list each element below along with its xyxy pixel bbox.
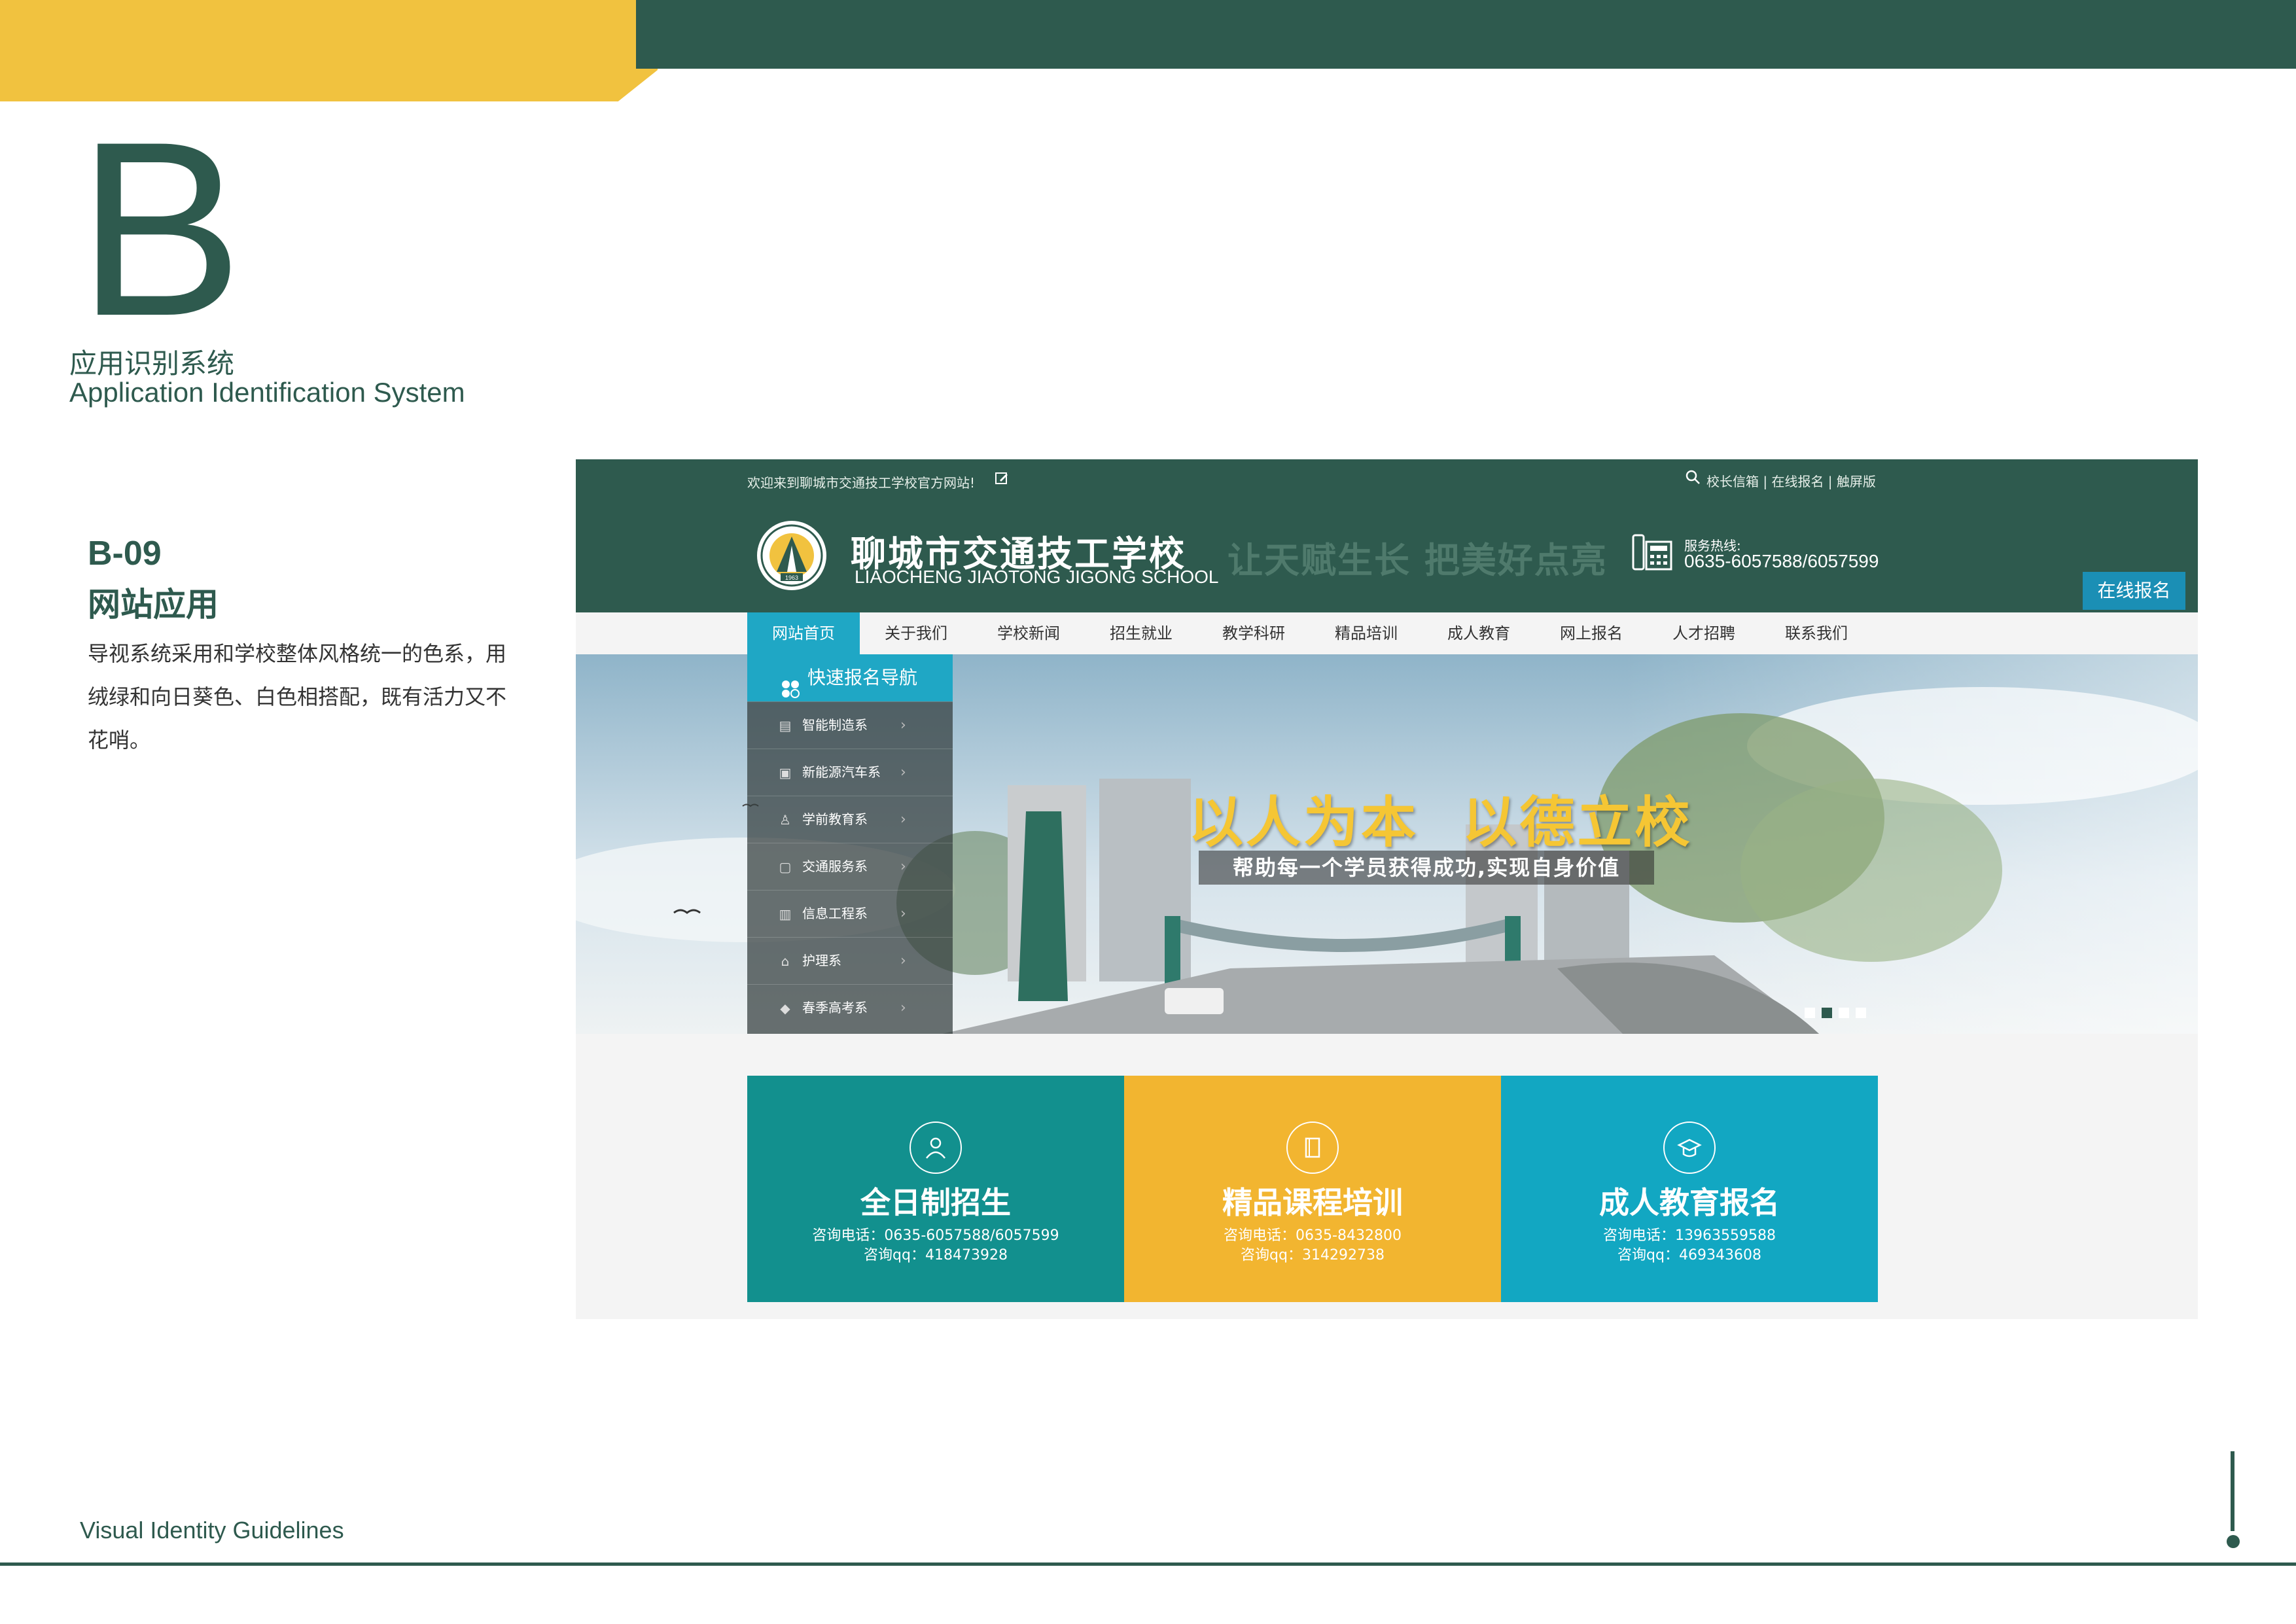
- main-nav: 网站首页 关于我们 学校新闻 招生就业 教学科研 精品培训 成人教育 网上报名 …: [576, 612, 2198, 654]
- nav-item-training[interactable]: 精品培训: [1310, 612, 1422, 654]
- header-band-green: [636, 0, 2296, 69]
- sidebar-item-information-engineering[interactable]: ▥ 信息工程系 ›: [747, 890, 953, 937]
- card-title: 全日制招生: [860, 1185, 1011, 1220]
- sidebar-item-preschool-education[interactable]: ♙ 学前教育系 ›: [747, 796, 953, 843]
- chevron-right-icon: ›: [900, 953, 906, 969]
- system-title-cn: 应用识别系统: [69, 347, 235, 380]
- header-band-yellow: [0, 0, 658, 101]
- sidebar-item-label: 学前教育系: [802, 811, 868, 827]
- welcome-text: 欢迎来到聊城市交通技工学校官方网站!: [747, 475, 976, 491]
- card-qq: 咨询qq：469343608: [1617, 1247, 1761, 1263]
- card-title: 精品课程培训: [1222, 1185, 1403, 1220]
- card-title: 成人教育报名: [1599, 1185, 1780, 1220]
- card-course-training[interactable]: 精品课程培训 咨询电话：0635-8432800 咨询qq：314292738: [1124, 1076, 1501, 1302]
- card-phone: 咨询电话：13963559588: [1603, 1227, 1776, 1244]
- notebook-icon: ▥: [779, 906, 792, 922]
- card-phone: 咨询电话：0635-8432800: [1224, 1227, 1402, 1244]
- slogan: 让天赋生长 把美好点亮: [1227, 540, 1608, 581]
- footer-label: Visual Identity Guidelines: [80, 1517, 344, 1544]
- carousel-dot-3[interactable]: [1839, 1008, 1849, 1018]
- chevron-right-icon: ›: [900, 764, 906, 781]
- edit-icon[interactable]: [995, 471, 1009, 485]
- nav-item-recruitment[interactable]: 人才招聘: [1648, 612, 1760, 654]
- chevron-right-icon: ›: [900, 811, 906, 828]
- nav-item-research[interactable]: 教学科研: [1197, 612, 1310, 654]
- sidebar-item-intelligent-manufacturing[interactable]: ▤ 智能制造系 ›: [747, 701, 953, 749]
- book-icon: ▤: [779, 718, 792, 733]
- chapter-letter: B: [77, 90, 243, 368]
- carousel-dot-1[interactable]: [1805, 1008, 1815, 1018]
- apps-icon: [781, 669, 800, 698]
- home-icon: ⌂: [781, 953, 790, 969]
- quick-nav-title: 快速报名导航: [807, 667, 918, 688]
- section-description: 导视系统采用和学校整体风格统一的色系，用绒绿和向日葵色、白色相搭配，既有活力又不…: [88, 641, 507, 752]
- section-title: 网站应用: [88, 586, 219, 624]
- online-registration-button[interactable]: 在线报名: [2083, 572, 2185, 610]
- car-card-icon: ▣: [779, 765, 792, 781]
- nav-item-contact[interactable]: 联系我们: [1760, 612, 1873, 654]
- page-mark-line: [2231, 1451, 2234, 1531]
- search-icon[interactable]: [1684, 468, 1701, 485]
- sidebar-item-label: 信息工程系: [802, 906, 868, 921]
- school-name-en: LIAOCHENG JIAOTONG JIGONG SCHOOL: [855, 567, 1219, 587]
- sidebar-item-new-energy-vehicle[interactable]: ▣ 新能源汽车系 ›: [747, 749, 953, 796]
- logo-year: 1963: [785, 574, 798, 581]
- chevron-right-icon: ›: [900, 1000, 906, 1016]
- card-qq: 咨询qq：418473928: [864, 1247, 1008, 1263]
- nav-item-home[interactable]: 网站首页: [747, 612, 860, 654]
- top-links[interactable]: 校长信箱 | 在线报名 | 触屏版: [1706, 471, 1876, 490]
- book-icon: [1286, 1121, 1339, 1174]
- sidebar-item-spring-exam[interactable]: ◆ 春季高考系 ›: [747, 984, 953, 1031]
- nav-item-adult-education[interactable]: 成人教育: [1422, 612, 1535, 654]
- page-mark-dot: [2227, 1535, 2240, 1548]
- phone-icon: [1632, 533, 1672, 571]
- sidebar-item-label: 春季高考系: [802, 1000, 868, 1015]
- quick-nav-sidebar: 快速报名导航 ▤ 智能制造系 › ▣ 新能源汽车系 › ♙ 学前教育系 › ▢ …: [747, 654, 953, 1034]
- section-code: B-09: [88, 535, 162, 573]
- hotline-number: 0635-6057588/6057599: [1684, 551, 1879, 571]
- nav-item-news[interactable]: 学校新闻: [972, 612, 1085, 654]
- nav-item-admissions[interactable]: 招生就业: [1085, 612, 1197, 654]
- sidebar-item-nursing[interactable]: ⌂ 护理系 ›: [747, 937, 953, 984]
- banner-subtitle: 帮助每一个学员获得成功,实现自身价值: [1232, 855, 1621, 880]
- card-qq: 咨询qq：314292738: [1241, 1247, 1385, 1263]
- chevron-right-icon: ›: [900, 717, 906, 733]
- nav-item-about[interactable]: 关于我们: [860, 612, 972, 654]
- sidebar-item-label: 护理系: [802, 953, 841, 968]
- website-mockup: 欢迎来到聊城市交通技工学校官方网站! 校长信箱 | 在线报名 | 触屏版 196…: [576, 459, 2198, 1319]
- school-logo[interactable]: 1963: [756, 520, 828, 591]
- chevron-right-icon: ›: [900, 906, 906, 922]
- sidebar-item-label: 新能源汽车系: [802, 764, 881, 780]
- graduation-cap-icon: ◆: [780, 1000, 790, 1016]
- card-full-time-enrollment[interactable]: 全日制招生 咨询电话：0635-6057588/6057599 咨询qq：418…: [747, 1076, 1124, 1302]
- carousel-dot-2-active[interactable]: [1822, 1008, 1832, 1018]
- banner-title: 以人为本 以德立校: [1188, 790, 1693, 855]
- graduation-cap-icon: [1663, 1121, 1716, 1174]
- document-icon: ▢: [779, 859, 792, 875]
- quick-nav-header[interactable]: 快速报名导航: [747, 654, 953, 701]
- person-icon: [910, 1121, 962, 1174]
- sidebar-item-transport-service[interactable]: ▢ 交通服务系 ›: [747, 843, 953, 890]
- top-bar: 欢迎来到聊城市交通技工学校官方网站! 校长信箱 | 在线报名 | 触屏版: [576, 459, 2198, 505]
- footer-divider: [0, 1562, 2296, 1566]
- users-icon: ♙: [779, 812, 791, 828]
- nav-item-online-signup[interactable]: 网上报名: [1535, 612, 1648, 654]
- system-title-en: Application Identification System: [69, 377, 465, 408]
- card-phone: 咨询电话：0635-6057588/6057599: [812, 1227, 1059, 1244]
- sidebar-item-label: 交通服务系: [802, 858, 868, 874]
- chevron-right-icon: ›: [900, 858, 906, 875]
- card-adult-education[interactable]: 成人教育报名 咨询电话：13963559588 咨询qq：469343608: [1501, 1076, 1878, 1302]
- carousel-dot-4[interactable]: [1856, 1008, 1866, 1018]
- sidebar-item-label: 智能制造系: [802, 717, 868, 733]
